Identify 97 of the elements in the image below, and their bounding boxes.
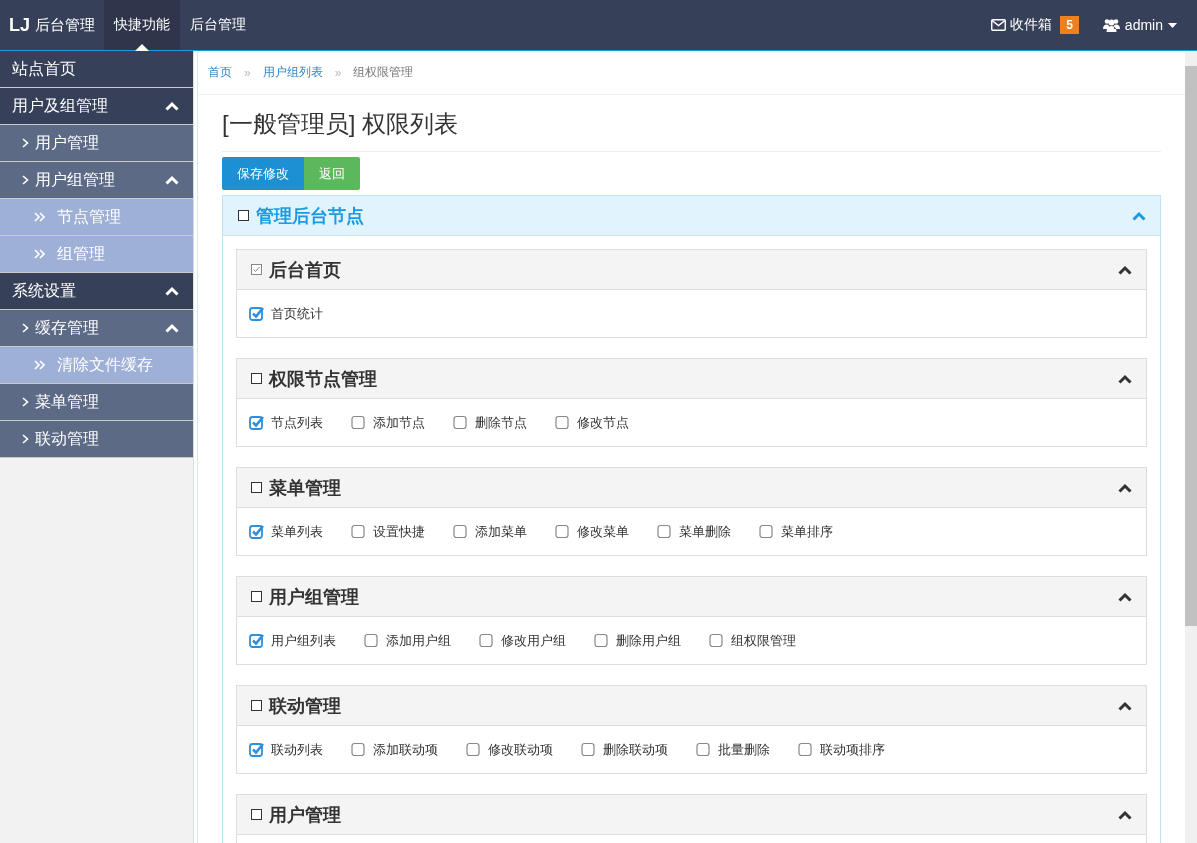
checked-checkbox-icon[interactable] (251, 264, 262, 275)
checkbox[interactable] (479, 633, 494, 648)
checkbox[interactable] (364, 633, 379, 648)
checkbox[interactable] (249, 633, 264, 648)
checkbox[interactable] (466, 742, 481, 757)
sidebar-item[interactable]: 系统设置 (0, 273, 193, 310)
checkbox-label[interactable]: 节点列表 (271, 413, 323, 432)
checkbox-label[interactable]: 修改节点 (577, 413, 629, 432)
section-title: 菜单管理 (269, 476, 342, 500)
checkbox[interactable] (453, 415, 468, 430)
sidebar-item[interactable]: 联动管理 (0, 421, 193, 458)
checkbox[interactable] (581, 742, 596, 757)
section-title: 用户管理 (269, 803, 342, 827)
users-icon[interactable] (1102, 18, 1120, 32)
checkbox-icon[interactable] (251, 482, 262, 493)
checkbox-label[interactable]: 联动项排序 (820, 740, 885, 759)
checkbox[interactable] (798, 742, 813, 757)
breadcrumb-link[interactable]: 首页 (208, 64, 232, 81)
checkbox[interactable] (249, 415, 264, 430)
checkbox[interactable] (759, 524, 774, 539)
checkbox[interactable] (555, 524, 570, 539)
checkbox[interactable] (709, 633, 724, 648)
double-chevron-right-icon (34, 249, 45, 259)
checkbox-label[interactable]: 删除联动项 (603, 740, 668, 759)
checkbox-icon[interactable] (251, 700, 262, 711)
chevron-right-icon (22, 323, 29, 333)
chevron-up-icon[interactable] (1118, 591, 1132, 602)
sidebar-item[interactable]: 站点首页 (0, 51, 193, 88)
section-title: 后台首页 (269, 258, 342, 282)
checkbox-label[interactable]: 添加用户组 (386, 631, 451, 650)
checkbox-label[interactable]: 菜单列表 (271, 522, 323, 541)
checkbox-label[interactable]: 用户组列表 (271, 631, 336, 650)
panel-title: 管理后台节点 (256, 204, 365, 228)
chevron-right-icon (22, 397, 29, 407)
checkbox-label[interactable]: 修改菜单 (577, 522, 629, 541)
chevron-right-icon (22, 434, 29, 444)
checkbox[interactable] (594, 633, 609, 648)
checkbox-label[interactable]: 添加联动项 (373, 740, 438, 759)
sidebar-item[interactable]: 菜单管理 (0, 384, 193, 421)
checkbox-icon[interactable] (251, 373, 262, 384)
chevron-right-icon (22, 175, 29, 185)
chevron-right-icon (22, 138, 29, 148)
caret-icon[interactable] (1168, 22, 1177, 28)
checkbox[interactable] (351, 524, 366, 539)
checkbox[interactable] (555, 415, 570, 430)
checkbox-label[interactable]: 组权限管理 (731, 631, 796, 650)
chevron-up-icon[interactable] (1118, 809, 1132, 820)
sidebar-item[interactable]: 用户管理 (0, 125, 193, 162)
sidebar-item[interactable]: 用户及组管理 (0, 88, 193, 125)
checkbox-label[interactable]: 删除用户组 (616, 631, 681, 650)
checkbox-label[interactable]: 删除节点 (475, 413, 527, 432)
double-chevron-right-icon (34, 360, 45, 370)
chevron-up-icon[interactable] (1118, 264, 1132, 275)
double-chevron-right-icon (34, 212, 45, 222)
inbox-link[interactable]: 收件箱 (1010, 16, 1053, 34)
section-title: 权限节点管理 (269, 367, 378, 391)
envelope-icon[interactable] (991, 19, 1007, 31)
page-title: [一般管理员] 权限列表 (222, 95, 1161, 152)
section-title: 用户组管理 (269, 585, 360, 609)
checkbox-icon[interactable] (251, 591, 262, 602)
checkbox-label[interactable]: 设置快捷 (373, 522, 425, 541)
checkbox-label[interactable]: 首页统计 (271, 304, 323, 323)
checkbox-icon[interactable] (251, 809, 262, 820)
breadcrumb-current: 组权限管理 (353, 64, 414, 81)
checkbox[interactable] (696, 742, 711, 757)
count-badge: 5 (1060, 16, 1079, 34)
user-menu[interactable]: admin (1124, 17, 1163, 33)
chevron-up-icon[interactable] (1118, 373, 1132, 384)
chevron-up-icon[interactable] (1118, 482, 1132, 493)
chevron-up-icon[interactable] (1118, 700, 1132, 711)
checkbox[interactable] (249, 524, 264, 539)
checkbox[interactable] (351, 415, 366, 430)
checkbox[interactable] (453, 524, 468, 539)
breadcrumb-separator: » (244, 65, 251, 80)
checkbox-label[interactable]: 修改用户组 (501, 631, 566, 650)
checkbox[interactable] (351, 742, 366, 757)
nav-tab[interactable]: 快捷功能 (104, 0, 180, 50)
checkbox-label[interactable]: 联动列表 (271, 740, 323, 759)
checkbox-label[interactable]: 批量删除 (718, 740, 770, 759)
checkbox[interactable] (657, 524, 672, 539)
checkbox-icon[interactable] (238, 210, 249, 221)
section-title: 联动管理 (269, 694, 342, 718)
checkbox-label[interactable]: 添加菜单 (475, 522, 527, 541)
save-button[interactable]: 保存修改 (222, 157, 304, 190)
sidebar-item[interactable]: 用户组管理 (0, 162, 193, 199)
checkbox-label[interactable]: 菜单删除 (679, 522, 731, 541)
checkbox[interactable] (249, 742, 264, 757)
brand-name[interactable]: 后台管理 (35, 15, 95, 35)
checkbox-label[interactable]: 菜单排序 (781, 522, 833, 541)
checkbox-label[interactable]: 修改联动项 (488, 740, 553, 759)
breadcrumb-separator: » (334, 65, 342, 80)
sidebar-item[interactable]: 缓存管理 (0, 310, 193, 347)
nav-tab[interactable]: 后台管理 (180, 0, 256, 50)
checkbox-label[interactable]: 添加节点 (373, 413, 425, 432)
brand-logo[interactable]: LJ (9, 14, 30, 36)
breadcrumb-link[interactable]: 用户组列表 (262, 64, 323, 81)
checkbox[interactable] (249, 306, 264, 321)
